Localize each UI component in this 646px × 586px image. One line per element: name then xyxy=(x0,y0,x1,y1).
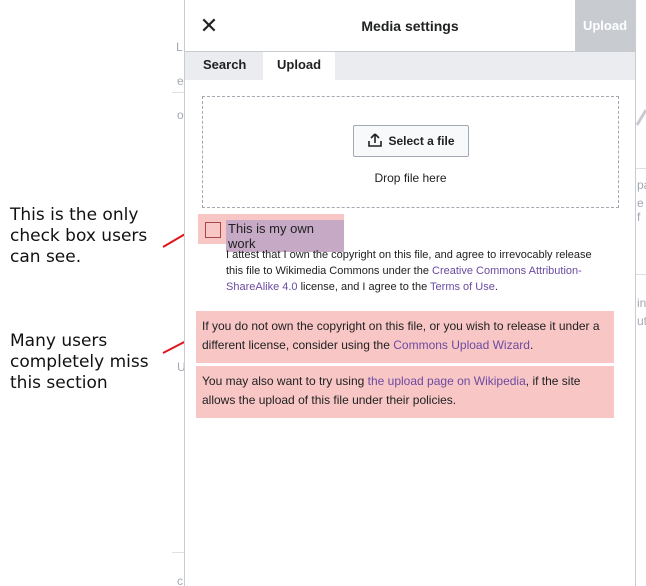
background-divider xyxy=(172,552,184,553)
notice-text: You may also want to try using xyxy=(202,374,368,388)
background-edit-icon xyxy=(636,109,646,126)
tab-bar: Search Upload xyxy=(185,52,635,80)
upload-wizard-link[interactable]: Commons Upload Wizard xyxy=(393,338,530,352)
annotation-checkbox: This is the only check box users can see… xyxy=(10,205,147,268)
annotation-line: can see. xyxy=(10,247,82,267)
attest-text: license, and I agree to the xyxy=(297,281,431,293)
background-fragment: ut xyxy=(637,314,646,328)
terms-of-use-link[interactable]: Terms of Use xyxy=(430,281,495,293)
background-divider xyxy=(172,92,184,93)
select-file-button[interactable]: Select a file xyxy=(353,125,469,157)
background-fragment: pa xyxy=(637,178,646,192)
attestation-text: I attest that I own the copyright on thi… xyxy=(226,247,596,295)
upload-button[interactable]: Upload xyxy=(575,0,635,51)
notice-text: . xyxy=(529,338,534,352)
annotation-line: completely miss xyxy=(10,352,149,372)
wikipedia-upload-notice: You may also want to try using the uploa… xyxy=(196,366,614,418)
annotation-line: this section xyxy=(10,373,108,393)
attest-text: . xyxy=(494,281,498,293)
wikipedia-upload-link[interactable]: the upload page on Wikipedia xyxy=(368,374,526,388)
annotation-line: Many users xyxy=(10,331,108,351)
annotation-line: This is the only xyxy=(10,205,139,225)
background-fragment: L xyxy=(176,40,183,54)
upload-icon xyxy=(368,133,383,147)
annotation-section: Many users completely miss this section xyxy=(10,331,149,394)
background-fragment: e xyxy=(177,74,184,88)
background-fragment: in xyxy=(637,296,646,310)
dialog-header: ✕ Media settings Upload xyxy=(185,0,635,52)
background-fragment: o xyxy=(177,108,184,122)
dialog-title: Media settings xyxy=(361,18,459,34)
background-fragment: c xyxy=(177,574,183,586)
tab-upload[interactable]: Upload xyxy=(263,52,336,80)
annotation-line: check box users xyxy=(10,226,148,246)
tab-search[interactable]: Search xyxy=(189,52,260,80)
drop-file-text: Drop file here xyxy=(374,171,447,185)
background-fragment: e f xyxy=(637,196,644,224)
file-dropzone[interactable]: Select a file Drop file here xyxy=(202,96,619,208)
background-divider xyxy=(636,168,646,169)
own-work-checkbox[interactable] xyxy=(205,222,221,238)
select-file-label: Select a file xyxy=(388,134,455,148)
alt-license-notice: If you do not own the copyright on this … xyxy=(196,311,614,363)
own-work-highlight: This is my own work xyxy=(198,214,344,252)
background-divider xyxy=(636,274,646,275)
media-settings-dialog: ✕ Media settings Upload Search Upload Se… xyxy=(184,0,636,586)
